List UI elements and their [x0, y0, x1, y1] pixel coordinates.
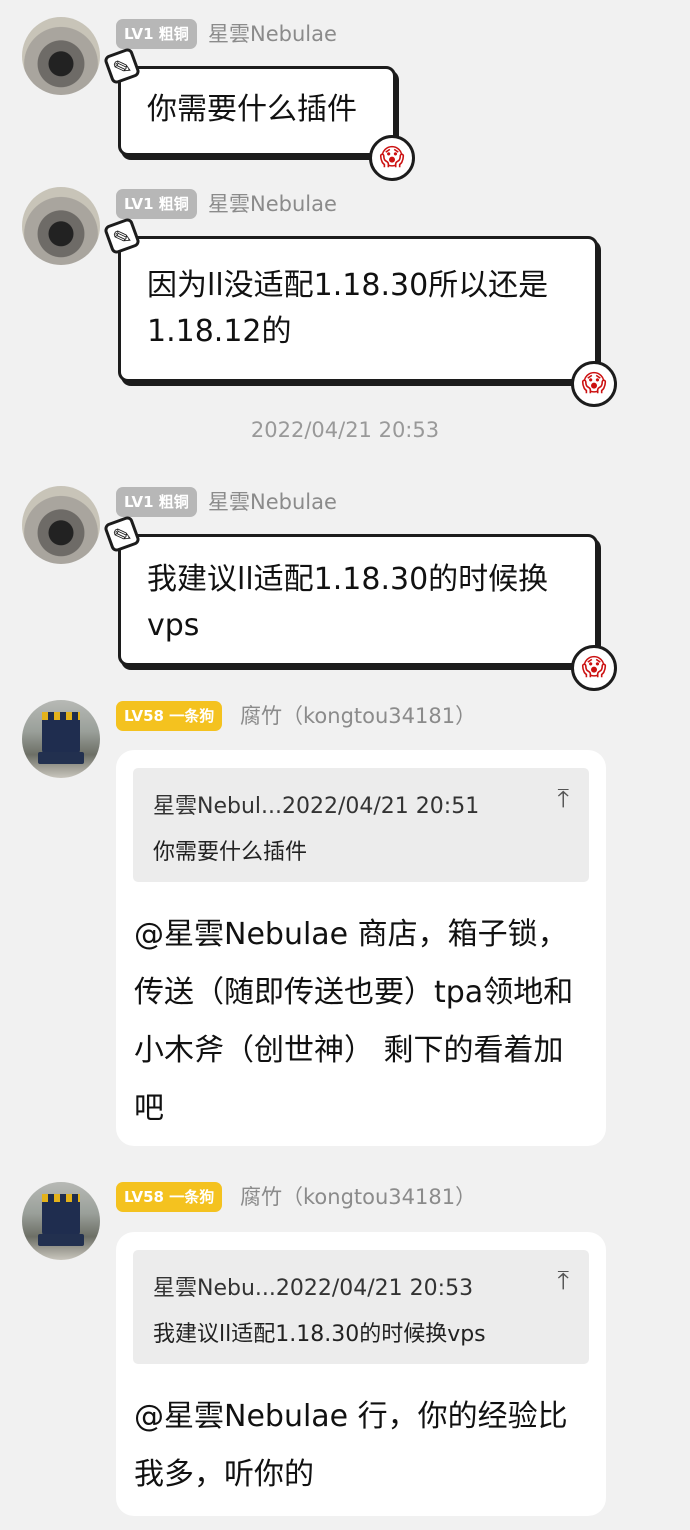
paperclip-icon: ✎ [102, 216, 142, 256]
message-bubble[interactable]: ✎ 我建议ll适配1.18.30的时候换vps 😱 [102, 514, 617, 691]
avatar[interactable] [22, 486, 100, 564]
level-badge: LV1 粗铜 [116, 19, 197, 49]
quote-header: 星雲Nebul...2022/04/21 20:51 [153, 794, 480, 819]
paperclip-icon: ✎ [102, 46, 142, 86]
username[interactable]: 腐竹（kongtou34181） [240, 1182, 476, 1212]
message-bubble[interactable]: ✎ 因为ll没适配1.18.30所以还是1.18.12的 😱 [102, 216, 617, 407]
message-text: @星雲Nebulae 商店，箱子锁，传送（随即传送也要）tpa领地和小木斧（创世… [134, 917, 574, 1126]
message-card[interactable]: 星雲Nebu...2022/04/21 20:53 我建议ll适配1.18.30… [116, 1232, 606, 1516]
username[interactable]: 星雲Nebulae [208, 487, 337, 517]
avatar[interactable] [22, 1182, 100, 1260]
jump-to-top-icon[interactable]: ⤒ [558, 1266, 570, 1297]
level-badge: LV58 一条狗 [116, 1182, 223, 1212]
quoted-message[interactable]: 星雲Nebul...2022/04/21 20:51 你需要什么插件 ⤒ [133, 768, 589, 882]
username[interactable]: 腐竹（kongtou34181） [240, 701, 476, 731]
jump-to-top-icon[interactable]: ⤒ [558, 784, 570, 815]
screaming-face-icon: 😱 [571, 645, 617, 691]
avatar[interactable] [22, 700, 100, 778]
paperclip-icon: ✎ [102, 514, 142, 554]
message-bubble[interactable]: ✎ 你需要什么插件 😱 [102, 46, 415, 181]
level-badge: LV1 粗铜 [116, 189, 197, 219]
message-text: 你需要什么插件 [147, 92, 357, 127]
username[interactable]: 星雲Nebulae [208, 19, 337, 49]
username[interactable]: 星雲Nebulae [208, 189, 337, 219]
message-text: @星雲Nebulae 行，你的经验比我多，听你的 [134, 1399, 568, 1492]
avatar[interactable] [22, 17, 100, 95]
message-text: 我建议ll适配1.18.30的时候换vps [147, 562, 549, 643]
quoted-message[interactable]: 星雲Nebu...2022/04/21 20:53 我建议ll适配1.18.30… [133, 1250, 589, 1364]
avatar[interactable] [22, 187, 100, 265]
level-badge: LV1 粗铜 [116, 487, 197, 517]
message-card[interactable]: 星雲Nebul...2022/04/21 20:51 你需要什么插件 ⤒ @星雲… [116, 750, 606, 1146]
screaming-face-icon: 😱 [571, 361, 617, 407]
quote-header: 星雲Nebu...2022/04/21 20:53 [153, 1276, 474, 1301]
message-text: 因为ll没适配1.18.30所以还是1.18.12的 [147, 268, 549, 349]
screaming-face-icon: 😱 [369, 135, 415, 181]
chat-timestamp: 2022/04/21 20:53 [250, 418, 440, 442]
quote-text: 我建议ll适配1.18.30的时候换vps [153, 1322, 486, 1347]
level-badge: LV58 一条狗 [116, 701, 223, 731]
quote-text: 你需要什么插件 [153, 840, 308, 865]
